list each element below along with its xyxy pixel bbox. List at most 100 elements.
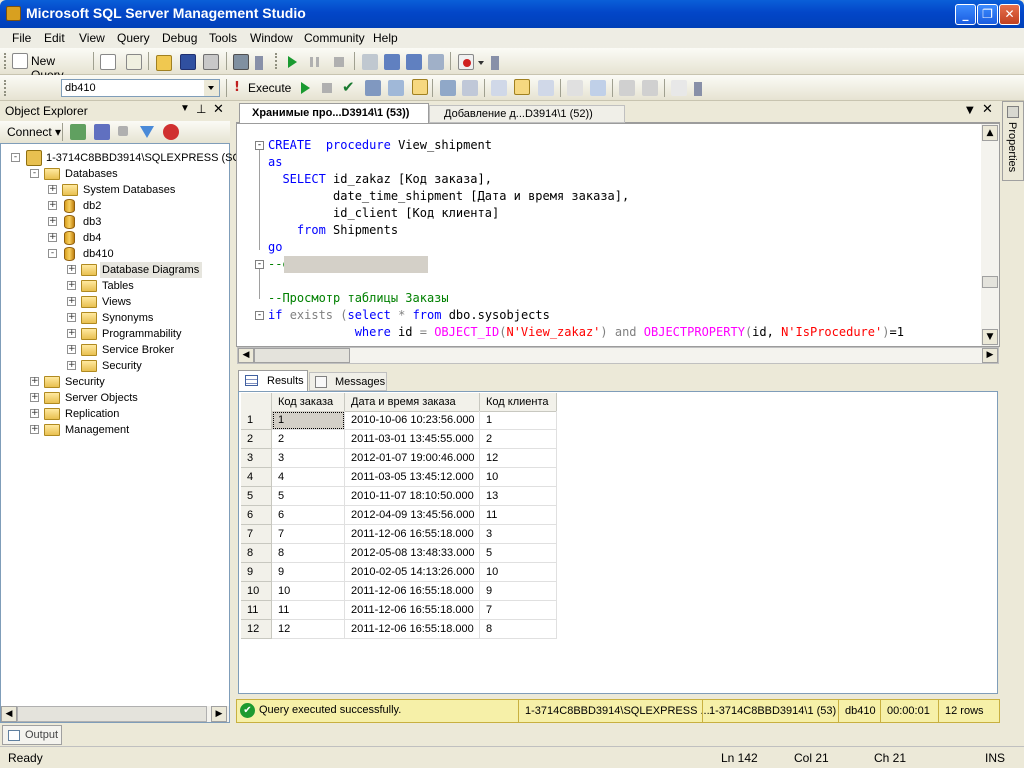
grid-cell[interactable]: 3 (272, 449, 345, 468)
tree-item-label[interactable]: Programmability (100, 326, 184, 342)
grid-cell[interactable]: 2 (272, 430, 345, 449)
results-to-file-icon[interactable] (538, 80, 554, 96)
tree-item-label[interactable]: db410 (81, 246, 117, 262)
row-header[interactable]: 3 (241, 449, 272, 468)
tree-item-label[interactable]: Databases (63, 166, 121, 182)
toolbar-overflow-icon[interactable] (255, 56, 263, 70)
grid-cell[interactable]: 10 (480, 468, 557, 487)
filter-icon[interactable] (140, 126, 154, 138)
menu-edit[interactable]: Edit (44, 31, 65, 45)
menu-debug[interactable]: Debug (162, 31, 197, 45)
expand-icon[interactable]: + (30, 377, 39, 386)
grid-cell[interactable]: 7 (272, 525, 345, 544)
database-select[interactable]: db410 (61, 79, 220, 97)
scroll-left-icon[interactable]: ◀ (238, 348, 254, 363)
collapse-icon[interactable]: - (11, 153, 20, 162)
tab-results[interactable]: Results (238, 370, 308, 391)
grid-cell[interactable]: 10 (272, 582, 345, 601)
grid-cell[interactable]: 8 (480, 620, 557, 639)
tree-item-label[interactable]: Views (100, 294, 134, 310)
grid-cell[interactable]: 2011-03-01 13:45:55.000 (345, 430, 480, 449)
tree-item-label[interactable]: Database Diagrams (100, 262, 203, 278)
include-plan-icon[interactable] (440, 80, 456, 96)
tree-item-label[interactable]: db3 (81, 214, 104, 230)
expand-icon[interactable]: + (48, 217, 57, 226)
menu-view[interactable]: View (79, 31, 105, 45)
expand-icon[interactable]: + (67, 313, 76, 322)
expand-icon[interactable]: + (67, 297, 76, 306)
grid-cell[interactable]: 2011-12-06 16:55:18.000 (345, 525, 480, 544)
grid-cell[interactable]: 11 (272, 601, 345, 620)
collapse-icon[interactable]: - (255, 311, 264, 320)
tree-item-label[interactable]: db2 (81, 198, 104, 214)
scroll-left-icon[interactable]: ◀ (1, 706, 17, 722)
stop-icon[interactable] (334, 57, 344, 67)
decrease-indent-icon[interactable] (619, 80, 635, 96)
expand-icon[interactable]: + (48, 201, 57, 210)
grid-cell[interactable]: 5 (272, 487, 345, 506)
new-project-icon[interactable] (126, 54, 142, 70)
grid-cell[interactable]: 11 (480, 506, 557, 525)
restore-button[interactable]: ❐ (977, 4, 998, 25)
grid-cell[interactable]: 2011-12-06 16:55:18.000 (345, 601, 480, 620)
debug-icon[interactable] (301, 82, 310, 94)
grid-cell[interactable]: 7 (480, 601, 557, 620)
uncomment-icon[interactable] (590, 80, 606, 96)
tree-item-label[interactable]: db4 (81, 230, 104, 246)
refresh-icon[interactable] (163, 124, 179, 140)
properties-side-tab[interactable]: Properties (1002, 101, 1024, 181)
step-over-icon[interactable] (362, 54, 378, 70)
menu-help[interactable]: Help (373, 31, 398, 45)
vertical-scrollbar[interactable]: ▲ ▼ (981, 124, 999, 346)
tab-output[interactable]: Output (2, 725, 62, 745)
column-header[interactable]: Код заказа (272, 393, 345, 412)
grid-cell[interactable]: 1 (272, 411, 345, 430)
expand-icon[interactable]: + (30, 425, 39, 434)
specify-values-icon[interactable] (671, 80, 687, 96)
save-icon[interactable] (180, 54, 196, 70)
menu-community[interactable]: Community (304, 31, 365, 45)
scroll-right-icon[interactable]: ▶ (982, 348, 998, 363)
toolbar-overflow-icon[interactable] (491, 56, 499, 70)
grid-cell[interactable]: 13 (480, 487, 557, 506)
connect-button[interactable]: Connect ▾ (7, 125, 61, 139)
new-query-button[interactable]: New Query (10, 52, 90, 82)
increase-indent-icon[interactable] (642, 80, 658, 96)
toolbar-overflow-icon[interactable] (694, 82, 702, 96)
tree-item-label[interactable]: Security (100, 358, 145, 374)
tree-item-label[interactable]: Service Broker (100, 342, 177, 358)
row-header[interactable]: 8 (241, 544, 272, 563)
scroll-thumb[interactable] (982, 276, 998, 288)
grid-cell[interactable]: 2011-03-05 13:45:12.000 (345, 468, 480, 487)
row-header[interactable]: 1 (241, 411, 272, 430)
expand-icon[interactable]: + (67, 281, 76, 290)
parse-check-icon[interactable]: ✔ (342, 78, 355, 96)
tree-item-label[interactable]: Server Objects (63, 390, 141, 406)
collapse-icon[interactable]: - (48, 249, 57, 258)
menu-window[interactable]: Window (250, 31, 293, 45)
expand-icon[interactable]: + (67, 265, 76, 274)
tree-item-label[interactable]: System Databases (81, 182, 178, 198)
open-folder-icon[interactable] (156, 55, 172, 71)
grid-cell[interactable]: 4 (272, 468, 345, 487)
chevron-down-icon[interactable] (204, 80, 219, 96)
client-stats-icon[interactable] (462, 80, 478, 96)
tree-item-label[interactable]: Management (63, 422, 132, 438)
pin-icon[interactable]: ⊥ (196, 102, 206, 116)
row-header[interactable]: 11 (241, 601, 272, 620)
expand-icon[interactable]: + (67, 361, 76, 370)
expand-icon[interactable]: + (30, 409, 39, 418)
grid-cell[interactable]: 12 (480, 449, 557, 468)
results-to-text-icon[interactable] (491, 80, 507, 96)
grid-cell[interactable]: 2011-12-06 16:55:18.000 (345, 620, 480, 639)
execute-button[interactable]: ! Execute (232, 78, 294, 98)
print-icon[interactable] (203, 54, 219, 70)
expand-icon[interactable]: + (67, 329, 76, 338)
pause-icon[interactable] (310, 57, 319, 67)
menu-file[interactable]: File (12, 31, 31, 45)
activity-monitor-icon[interactable] (233, 54, 249, 70)
grid-cell[interactable]: 6 (272, 506, 345, 525)
minimize-button[interactable]: _ (955, 4, 976, 25)
collapse-icon[interactable]: - (255, 260, 264, 269)
expand-icon[interactable]: + (30, 393, 39, 402)
